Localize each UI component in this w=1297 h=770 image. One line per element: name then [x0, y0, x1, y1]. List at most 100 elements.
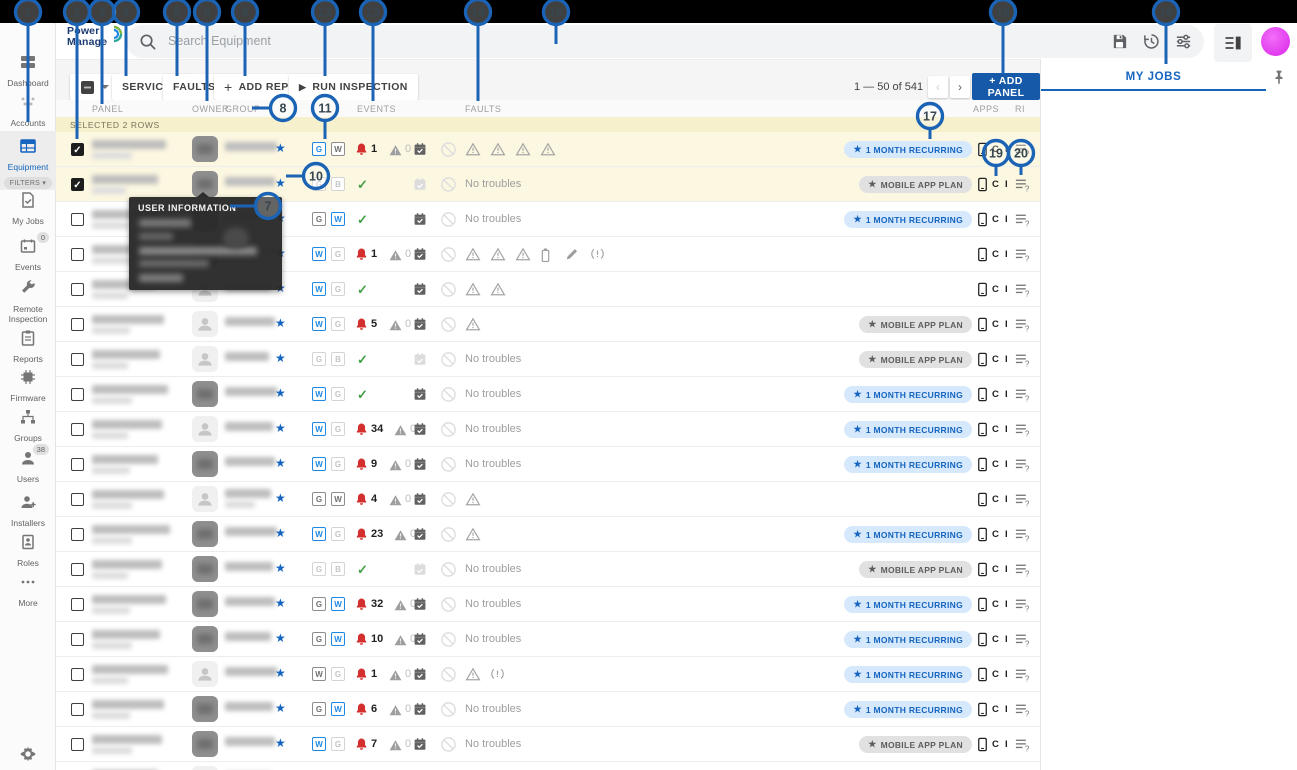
ri-status-icon[interactable]: ? — [1014, 562, 1031, 583]
inspection-calendar-icon[interactable] — [413, 212, 427, 231]
favorite-star-icon[interactable]: ★ — [275, 352, 286, 364]
favorite-star-icon[interactable]: ★ — [275, 457, 286, 469]
column-header-ri[interactable]: RI — [1015, 104, 1025, 114]
column-header-owner[interactable]: OWNER — [192, 104, 229, 114]
ri-status-icon[interactable]: ? — [1014, 142, 1031, 163]
sidebar-item-firmware[interactable]: Firmware — [0, 368, 56, 403]
row-checkbox[interactable] — [71, 633, 84, 646]
row-checkbox[interactable] — [71, 493, 84, 506]
inspection-calendar-icon[interactable] — [413, 527, 427, 546]
ri-status-icon[interactable]: ? — [1014, 247, 1031, 268]
ri-status-icon[interactable]: ? — [1014, 282, 1031, 303]
ri-status-icon[interactable]: ? — [1014, 492, 1031, 513]
favorite-star-icon[interactable]: ★ — [275, 142, 286, 154]
ri-status-icon[interactable]: ? — [1014, 177, 1031, 198]
table-row[interactable]: ★ W G 7 0 No troubles ★ MOBILE APP PLAN C I? — [56, 727, 1040, 762]
inspection-calendar-icon[interactable] — [413, 702, 427, 721]
owner-avatar[interactable] — [192, 556, 218, 582]
table-row[interactable]: ★ W G 23 0 ★ 1 MONTH RECURRING C I? — [56, 517, 1040, 552]
pin-icon[interactable] — [1271, 69, 1289, 87]
inspection-calendar-icon[interactable] — [413, 457, 427, 476]
table-row[interactable]: ★ W G 34 0 No troubles ★ 1 MONTH RECURRING C I? — [56, 412, 1040, 447]
search-bar[interactable]: Search Equipment — [126, 25, 1204, 58]
column-header-events[interactable]: EVENTS — [357, 104, 396, 114]
table-row[interactable]: ★ W G 5 0 ★ MOBILE APP PLAN C I? — [56, 307, 1040, 342]
inspection-calendar-icon[interactable] — [413, 142, 427, 161]
side-panel-toggle-button[interactable] — [1214, 24, 1252, 62]
row-checkbox[interactable] — [71, 738, 84, 751]
sidebar-item-remote-inspection[interactable]: Remote Inspection — [0, 279, 56, 324]
ri-status-icon[interactable]: ? — [1014, 352, 1031, 373]
row-checkbox[interactable] — [71, 248, 84, 261]
column-header-apps[interactable]: APPS — [973, 104, 999, 114]
history-icon[interactable] — [1142, 32, 1162, 52]
inspection-calendar-icon[interactable] — [413, 562, 427, 581]
owner-avatar[interactable] — [192, 766, 218, 770]
owner-avatar[interactable] — [192, 521, 218, 547]
owner-avatar[interactable] — [192, 416, 218, 442]
owner-avatar[interactable] — [192, 451, 218, 477]
owner-avatar[interactable] — [192, 731, 218, 757]
sidebar-item-events[interactable]: 0 Events — [0, 232, 56, 272]
sidebar-item-groups[interactable]: Groups — [0, 408, 56, 443]
favorite-star-icon[interactable]: ★ — [275, 562, 286, 574]
column-header-group[interactable]: GROUP — [225, 104, 261, 114]
filters-chip[interactable]: FILTERS ▾ — [3, 177, 53, 189]
favorite-star-icon[interactable]: ★ — [275, 527, 286, 539]
row-checkbox[interactable] — [71, 458, 84, 471]
column-header-panel[interactable]: PANEL — [92, 104, 123, 114]
inspection-calendar-icon[interactable] — [413, 352, 427, 371]
table-row[interactable]: ★ G W 32 0 No troubles ★ 1 MONTH RECURRING C I? — [56, 587, 1040, 622]
prev-page-button[interactable]: ‹ — [928, 76, 948, 98]
row-checkbox[interactable] — [71, 563, 84, 576]
ri-status-icon[interactable]: ? — [1014, 422, 1031, 443]
ri-status-icon[interactable]: ? — [1014, 527, 1031, 548]
sidebar-item-accounts[interactable]: Accounts — [0, 93, 56, 128]
sidebar-item-my-jobs[interactable]: My Jobs — [0, 191, 56, 226]
favorite-star-icon[interactable]: ★ — [275, 317, 286, 329]
table-row[interactable]: ★ W G ✓ No troubles ★ 1 MONTH RECURRING C I? — [56, 377, 1040, 412]
owner-avatar[interactable] — [192, 696, 218, 722]
sidebar-item-settings[interactable]: Settings — [0, 745, 56, 770]
ri-status-icon[interactable]: ? — [1014, 457, 1031, 478]
inspection-calendar-icon[interactable] — [413, 177, 427, 196]
ri-status-icon[interactable]: ? — [1014, 737, 1031, 758]
ri-status-icon[interactable]: ? — [1014, 632, 1031, 653]
user-avatar[interactable] — [1261, 27, 1290, 56]
inspection-calendar-icon[interactable] — [413, 317, 427, 336]
sidebar-item-installers[interactable]: Installers — [0, 493, 56, 528]
sidebar-item-users[interactable]: 38 Users — [0, 444, 56, 484]
table-row[interactable]: ★WG✓No troubles★MOBILE APP PLANCI? — [56, 762, 1040, 770]
inspection-calendar-icon[interactable] — [413, 737, 427, 756]
pagination-range[interactable]: 1 — 50 of 541 — [854, 74, 928, 100]
row-checkbox[interactable] — [71, 353, 84, 366]
inspection-calendar-icon[interactable] — [413, 387, 427, 406]
run-inspection-button[interactable]: ▶ RUN INSPECTION — [289, 74, 418, 100]
row-checkbox[interactable] — [71, 213, 84, 226]
tab-my-jobs[interactable]: MY JOBS — [1041, 71, 1266, 83]
owner-avatar[interactable] — [192, 486, 218, 512]
ri-status-icon[interactable]: ? — [1014, 317, 1031, 338]
ri-status-icon[interactable]: ? — [1014, 597, 1031, 618]
sidebar-item-reports[interactable]: Reports — [0, 329, 56, 364]
row-checkbox[interactable] — [71, 703, 84, 716]
inspection-calendar-icon[interactable] — [413, 422, 427, 441]
save-search-icon[interactable] — [1110, 32, 1130, 52]
ri-status-icon[interactable]: ? — [1014, 702, 1031, 723]
row-checkbox[interactable] — [71, 423, 84, 436]
table-row[interactable]: ★ G W 6 0 No troubles ★ 1 MONTH RECURRING C I? — [56, 692, 1040, 727]
table-row[interactable]: ★ G W 4 0 C I? — [56, 482, 1040, 517]
ri-status-icon[interactable]: ? — [1014, 387, 1031, 408]
row-checkbox[interactable] — [71, 598, 84, 611]
owner-avatar[interactable] — [192, 626, 218, 652]
inspection-calendar-icon[interactable] — [413, 282, 427, 301]
table-row[interactable]: ★ G B ✓ No troubles ★ MOBILE APP PLAN C I? — [56, 552, 1040, 587]
inspection-calendar-icon[interactable] — [413, 247, 427, 266]
row-checkbox[interactable] — [71, 528, 84, 541]
inspection-calendar-icon[interactable] — [413, 667, 427, 686]
owner-avatar[interactable] — [192, 661, 218, 687]
row-checkbox[interactable]: ✓ — [71, 178, 84, 191]
row-checkbox[interactable] — [71, 388, 84, 401]
add-panel-button[interactable]: + ADD PANEL — [972, 73, 1040, 100]
owner-avatar[interactable] — [192, 311, 218, 337]
